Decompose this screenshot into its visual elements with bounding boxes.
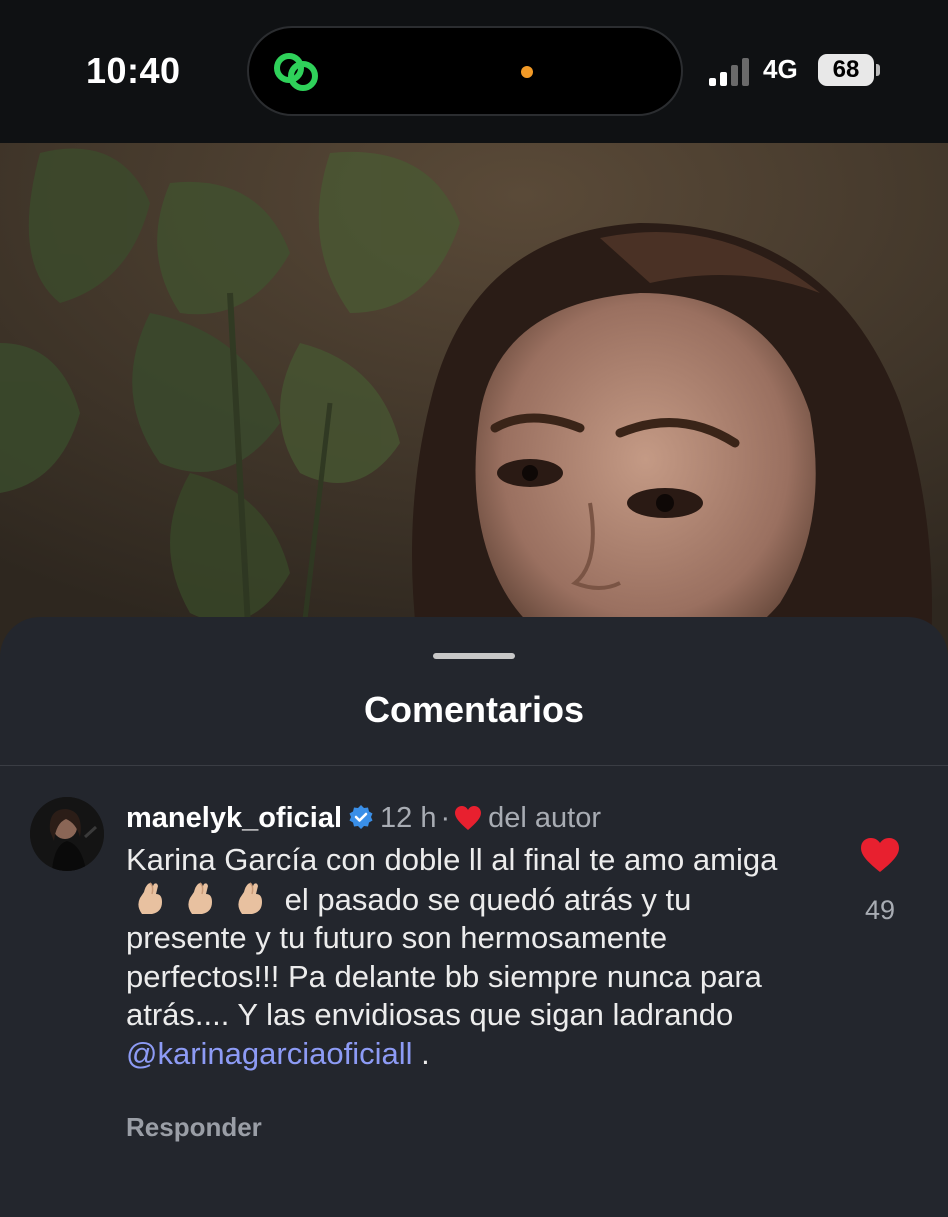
comment-username[interactable]: manelyk_oficial: [126, 802, 342, 834]
cellular-signal-icon: [709, 58, 749, 86]
liked-by-author-label: del autor: [488, 802, 601, 834]
post-photo-image: [0, 143, 948, 663]
sheet-grabber[interactable]: [433, 653, 515, 659]
comment-time: 12 h: [380, 802, 437, 834]
author-liked-heart-icon: [455, 806, 482, 830]
reply-button[interactable]: Responder: [126, 1112, 262, 1143]
activity-dot: [521, 66, 533, 78]
crossed-fingers-emoji-icon: [182, 880, 220, 916]
dynamic-island[interactable]: [247, 26, 683, 116]
comment-meta: manelyk_oficial 12 h · del autor: [126, 801, 601, 835]
battery-tip-icon: [876, 64, 880, 76]
verified-badge-icon: [349, 805, 373, 829]
network-type: 4G: [763, 54, 798, 84]
crossed-fingers-emoji-icon: [232, 880, 270, 916]
status-bar: 10:40 4G 68: [0, 0, 948, 143]
sheet-divider: [0, 765, 948, 766]
crossed-fingers-emoji-icon: [132, 880, 170, 916]
comment-text: Karina García con doble ll al final te a…: [126, 841, 816, 1073]
comment-text-part1: Karina García con doble ll al final te a…: [126, 842, 778, 877]
avatar-image: [30, 797, 104, 871]
battery-indicator: 68: [818, 54, 874, 86]
post-photo[interactable]: [0, 143, 948, 663]
comment-text-end: .: [421, 1035, 430, 1071]
like-count: 49: [864, 895, 896, 925]
comment-mention-link[interactable]: @karinagarciaoficiall: [126, 1036, 412, 1071]
comment-text-part2: el pasado se quedó atrás y tu presente y…: [126, 881, 762, 1033]
meta-separator: ·: [440, 802, 451, 834]
link-chain-icon: [274, 53, 318, 91]
status-time: 10:40: [86, 50, 181, 91]
comments-sheet: Comentarios manelyk_oficial 12 h · del au…: [0, 617, 948, 1217]
commenter-avatar[interactable]: [30, 797, 104, 871]
sheet-title: Comentarios: [363, 689, 585, 730]
like-heart-icon[interactable]: [860, 837, 900, 873]
comment-item: manelyk_oficial 12 h · del autor Karina G…: [0, 787, 948, 1187]
